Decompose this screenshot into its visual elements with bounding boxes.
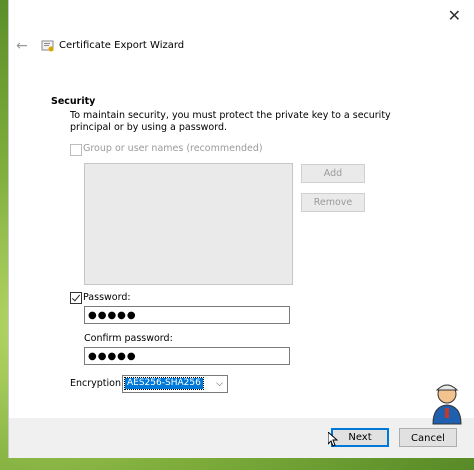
wizard-window: ✕ ← Certificate Export Wizard Security T…	[8, 0, 474, 458]
close-icon[interactable]: ✕	[448, 8, 461, 24]
encryption-select[interactable]: AES256-SHA256 ⌵	[122, 375, 228, 393]
group-users-checkbox[interactable]	[70, 144, 82, 156]
technician-logo-icon	[432, 384, 462, 425]
password-label: Password:	[83, 292, 131, 303]
cancel-button[interactable]: Cancel	[399, 428, 457, 447]
certificate-wizard-icon	[41, 40, 54, 52]
password-checkbox[interactable]	[70, 292, 82, 304]
section-description: To maintain security, you must protect t…	[70, 110, 391, 133]
encryption-selected-value: AES256-SHA256	[124, 377, 204, 390]
wizard-header: ← Certificate Export Wizard	[9, 36, 474, 58]
chevron-down-icon: ⌵	[216, 379, 223, 389]
wizard-title: Certificate Export Wizard	[59, 40, 185, 51]
encryption-label: Encryption:	[70, 378, 125, 389]
group-users-list[interactable]	[84, 163, 293, 285]
confirm-password-label: Confirm password:	[84, 333, 173, 344]
confirm-password-field[interactable]: ●●●●●	[84, 347, 290, 365]
mouse-cursor-icon	[328, 432, 338, 447]
wizard-footer: Next Cancel	[9, 418, 474, 458]
group-users-label: Group or user names (recommended)	[83, 143, 263, 154]
back-arrow-icon[interactable]: ←	[16, 38, 28, 54]
add-button[interactable]: Add	[301, 164, 365, 183]
password-field[interactable]: ●●●●●	[84, 306, 290, 324]
remove-button[interactable]: Remove	[301, 193, 365, 212]
next-button[interactable]: Next	[331, 428, 389, 447]
section-title: Security	[51, 96, 96, 107]
